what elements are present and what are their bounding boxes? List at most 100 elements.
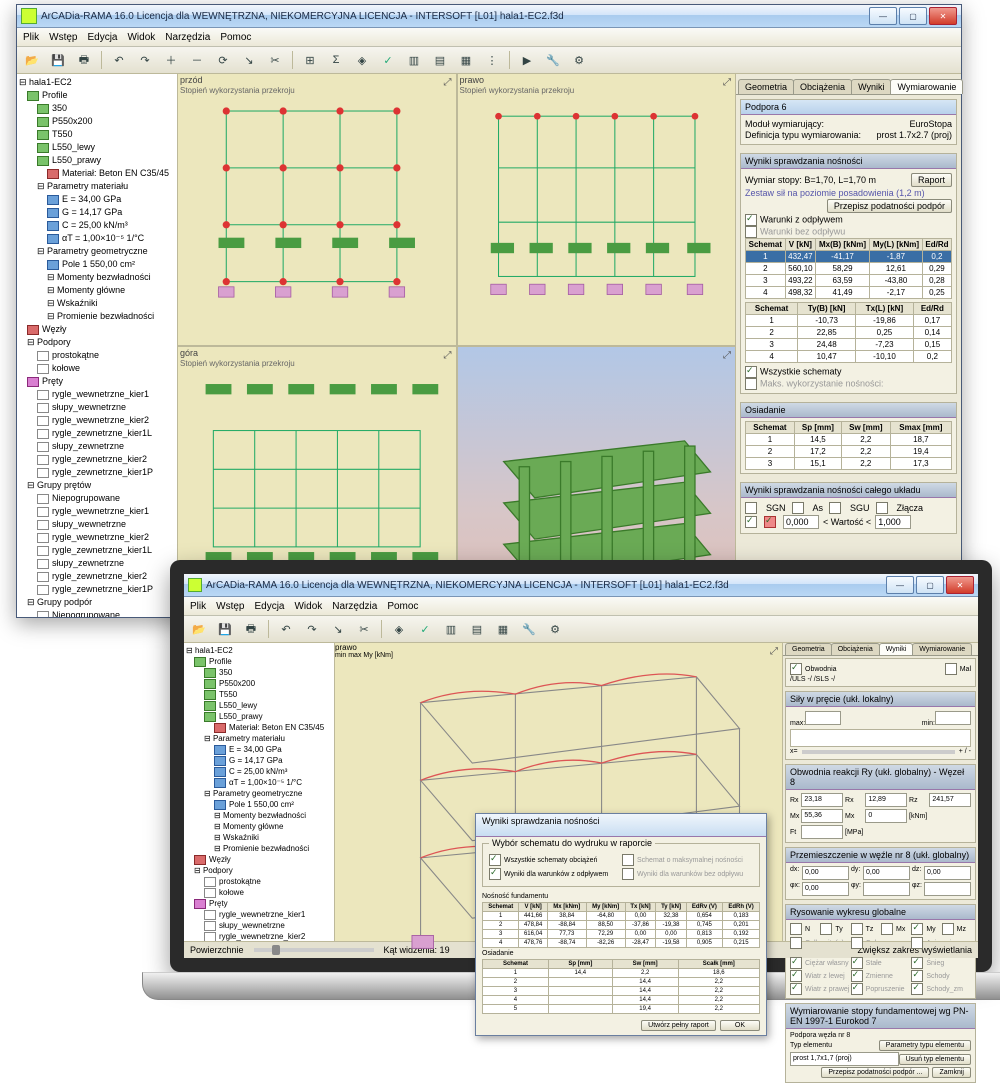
- panel-tabs[interactable]: Geometria Obciążenia Wyniki Wymiarowanie: [736, 74, 961, 95]
- tree-item[interactable]: C = 25,00 kN/m³: [184, 766, 334, 777]
- tree-item[interactable]: rygle_wewnetrzne_kier1: [184, 909, 334, 920]
- tree-item[interactable]: ⊟ Parametry materiału: [184, 733, 334, 744]
- tree-item[interactable]: Pole 1 550,00 cm²: [184, 799, 334, 810]
- tree-item[interactable]: prostokątne: [184, 876, 334, 887]
- tree-item[interactable]: Pole 1 550,00 cm²: [17, 258, 177, 271]
- rotate-icon[interactable]: ⟳: [212, 49, 234, 71]
- minimize-button[interactable]: —: [869, 7, 897, 25]
- menu-pomoc[interactable]: Pomoc: [220, 32, 251, 43]
- tree-item[interactable]: Niepogrupowane: [17, 609, 177, 617]
- raport-button[interactable]: Raport: [911, 173, 952, 187]
- tree-item[interactable]: słupy_wewnetrzne: [184, 920, 334, 931]
- tree-item[interactable]: ⊟ Momenty bezwładności: [17, 271, 177, 284]
- undo-icon[interactable]: ↶: [108, 49, 130, 71]
- menu-wstep[interactable]: Wstęp: [49, 32, 77, 43]
- tree-item[interactable]: Węzły: [184, 854, 334, 865]
- chk-as[interactable]: [792, 502, 804, 514]
- delete-type-button[interactable]: Usuń typ elementu: [899, 1054, 971, 1065]
- tree-item[interactable]: rygle_wewnetrzne_kier1: [17, 505, 177, 518]
- gear-icon[interactable]: ⚙: [544, 618, 566, 640]
- tab-geometria[interactable]: Geometria: [738, 79, 794, 94]
- tree-item[interactable]: Pręty: [17, 375, 177, 388]
- type-combo[interactable]: prost 1,7x1,7 (proj): [790, 1052, 899, 1066]
- tree-item[interactable]: Pręty: [184, 898, 334, 909]
- tree-item[interactable]: ⊟ hala1-EC2: [184, 645, 334, 656]
- tree-item[interactable]: Profile: [17, 89, 177, 102]
- save-icon[interactable]: 💾: [214, 618, 236, 640]
- tab-wymiarowanie[interactable]: Wymiarowanie: [890, 79, 963, 94]
- chk-sgu[interactable]: [829, 502, 841, 514]
- tree-item[interactable]: słupy_wewnetrzne: [17, 518, 177, 531]
- tree-item[interactable]: ⊟ Grupy podpór: [17, 596, 177, 609]
- tree-item[interactable]: rygle_wewnetrzne_kier2: [184, 931, 334, 941]
- przepisz-button-2[interactable]: Przepisz podatności podpór ...: [821, 1067, 929, 1078]
- tree-item[interactable]: ⊟ Podpory: [17, 336, 177, 349]
- tree-item[interactable]: ⊟ Momenty bezwładności: [184, 810, 334, 821]
- zoom-plus-icon[interactable]: ＋: [160, 49, 182, 71]
- menubar-2[interactable]: PlikWstęp EdycjaWidok NarzędziaPomoc: [184, 597, 978, 616]
- tree-item[interactable]: słupy_wewnetrzne: [17, 401, 177, 414]
- ok-button[interactable]: OK: [720, 1020, 760, 1031]
- tree-item[interactable]: Niepogrupowane: [17, 492, 177, 505]
- tree-item[interactable]: rygle_zewnetrzne_kier2: [17, 453, 177, 466]
- tree-item[interactable]: Materiał: Beton EN C35/45: [17, 167, 177, 180]
- tree-item[interactable]: rygle_wewnetrzne_kier1: [17, 388, 177, 401]
- tree-item[interactable]: E = 34,00 GPa: [184, 744, 334, 755]
- tree-item[interactable]: 350: [17, 102, 177, 115]
- tree-item[interactable]: ⊟ Grupy prętów: [17, 479, 177, 492]
- tree-item[interactable]: rygle_wewnetrzne_kier2: [17, 531, 177, 544]
- close-button-2[interactable]: Zamknij: [932, 1067, 971, 1078]
- open-icon[interactable]: 📂: [21, 49, 43, 71]
- full-report-button[interactable]: Utwórz pełny raport: [641, 1020, 716, 1031]
- viewport-single[interactable]: prawo min max My [kNm] ⤢: [335, 643, 782, 941]
- tree-item[interactable]: L550_lewy: [184, 700, 334, 711]
- titlebar-2[interactable]: ArCADia-RAMA 16.0 Licencja dla WEWNĘTRZN…: [184, 574, 978, 597]
- tree-item[interactable]: C = 25,00 kN/m³: [17, 219, 177, 232]
- close-button[interactable]: ✕: [946, 576, 974, 594]
- arrow-icon[interactable]: ↘: [238, 49, 260, 71]
- zoom-slider[interactable]: [272, 945, 280, 955]
- tree-item[interactable]: E = 34,00 GPa: [17, 193, 177, 206]
- val-low[interactable]: 0,000: [783, 515, 819, 529]
- diamond-icon[interactable]: ◈: [388, 618, 410, 640]
- tab-obciazenia[interactable]: Obciążenia: [793, 79, 852, 94]
- tree-item[interactable]: ⊟ Podpory: [184, 865, 334, 876]
- diamond-icon[interactable]: ◈: [351, 49, 373, 71]
- tree-item[interactable]: ⊟ Parametry materiału: [17, 180, 177, 193]
- box2-icon[interactable]: ▤: [429, 49, 451, 71]
- tree-item[interactable]: ⊟ Parametry geometryczne: [17, 245, 177, 258]
- tree-item[interactable]: rygle_wewnetrzne_kier2: [17, 414, 177, 427]
- tree-item[interactable]: Materiał: Beton EN C35/45: [184, 722, 334, 733]
- print-icon[interactable]: 🖶: [240, 618, 262, 640]
- tree-item[interactable]: αT = 1,00×10⁻⁵ 1/°C: [17, 232, 177, 245]
- menu-file[interactable]: Plik: [23, 32, 39, 43]
- flag-icon[interactable]: ▶: [516, 49, 538, 71]
- maximize-button[interactable]: ▢: [916, 576, 944, 594]
- undo-icon[interactable]: ↶: [275, 618, 297, 640]
- redo-icon[interactable]: ↷: [134, 49, 156, 71]
- tree-item[interactable]: ⊟ Momenty główne: [184, 821, 334, 832]
- tree-item[interactable]: L550_prawy: [17, 154, 177, 167]
- radio-bezodplyw[interactable]: [745, 226, 757, 238]
- wrench-icon[interactable]: 🔧: [518, 618, 540, 640]
- viewport-right[interactable]: prawo Stopień wykorzystania przekroju ⤢: [458, 74, 736, 345]
- tree-item[interactable]: P550x200: [184, 678, 334, 689]
- tree-item[interactable]: ⊟ Promienie bezwładności: [17, 310, 177, 323]
- tree-item[interactable]: T550: [184, 689, 334, 700]
- chk-zlacz[interactable]: [876, 502, 888, 514]
- tree-item[interactable]: P550x200: [17, 115, 177, 128]
- tree-item[interactable]: słupy_zewnetrzne: [17, 557, 177, 570]
- tree-item[interactable]: αT = 1,00×10⁻⁵ 1/°C: [184, 777, 334, 788]
- project-tree-2[interactable]: ⊟ hala1-EC2Profile350P550x200T550L550_le…: [184, 643, 335, 941]
- tree-item[interactable]: ⊟ hala1-EC2: [17, 76, 177, 89]
- tree-item[interactable]: słupy_zewnetrzne: [17, 440, 177, 453]
- open-icon[interactable]: 📂: [188, 618, 210, 640]
- tree-item[interactable]: 350: [184, 667, 334, 678]
- scissors-icon[interactable]: ✂: [264, 49, 286, 71]
- tree-item[interactable]: rygle_zewnetrzne_kier2: [17, 570, 177, 583]
- tree-item[interactable]: rygle_zewnetrzne_kier1P: [17, 583, 177, 596]
- titlebar[interactable]: ArCADia-RAMA 16.0 Licencja dla WEWNĘTRZN…: [17, 5, 961, 28]
- menu-edycja[interactable]: Edycja: [87, 32, 117, 43]
- chk-sgn[interactable]: [745, 502, 757, 514]
- tree-item[interactable]: rygle_zewnetrzne_kier1P: [17, 466, 177, 479]
